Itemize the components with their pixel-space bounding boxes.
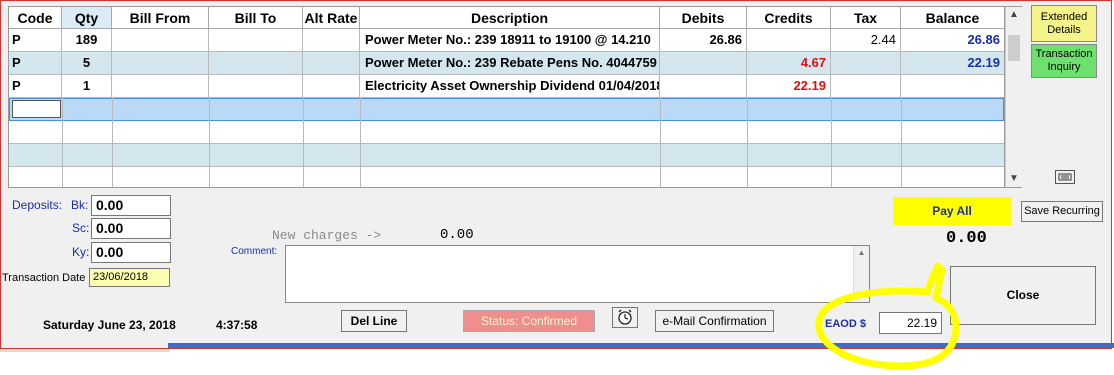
deposits-sc-label: Sc:	[72, 221, 90, 235]
table-row[interactable]: P 5 Power Meter No.: 239 Rebate Pens No.…	[9, 52, 1004, 75]
cell-bill-to[interactable]	[209, 52, 303, 74]
deposits-sc-input[interactable]: 0.00	[91, 218, 171, 239]
deposits-bk-input[interactable]: 0.00	[91, 195, 171, 216]
cell-bill-from[interactable]	[112, 52, 209, 74]
cell-code[interactable]: P	[9, 75, 62, 97]
cell-tax[interactable]	[831, 75, 901, 97]
current-time-label: 4:37:58	[216, 318, 258, 332]
cell-debits[interactable]	[660, 52, 747, 74]
cell-tax[interactable]: 2.44	[831, 29, 901, 51]
comment-textarea[interactable]: ▲ ▼	[285, 245, 870, 303]
transaction-inquiry-button[interactable]: Transaction Inquiry	[1031, 44, 1097, 78]
table-row[interactable]: P 1 Electricity Asset Ownership Dividend…	[9, 75, 1004, 98]
deposits-ky-input[interactable]: 0.00	[91, 242, 171, 263]
col-header-debits[interactable]: Debits	[660, 7, 747, 29]
cell-debits[interactable]: 26.86	[660, 29, 747, 51]
comment-scroll-up-icon[interactable]: ▲	[854, 246, 869, 260]
scrollbar-thumb[interactable]	[1008, 35, 1020, 61]
window-bottom-strip	[0, 349, 170, 352]
grid-column-lines	[62, 98, 902, 187]
transaction-date-label: Transaction Date :	[2, 272, 92, 284]
status-badge: Status: Confirmed	[463, 310, 595, 332]
table-row[interactable]: P 189 Power Meter No.: 239 18911 to 1910…	[9, 29, 1004, 52]
save-recurring-button[interactable]: Save Recurring	[1021, 201, 1103, 222]
cell-description[interactable]: Power Meter No.: 239 Rebate Pens No. 404…	[360, 52, 660, 74]
highlight-annotation	[815, 262, 960, 370]
cell-code[interactable]: P	[9, 29, 62, 51]
scroll-down-icon[interactable]: ▼	[1006, 171, 1022, 187]
cell-code[interactable]: P	[9, 52, 62, 74]
window-bottom-border	[168, 343, 1114, 348]
col-header-credits[interactable]: Credits	[747, 7, 831, 29]
cell-bill-from[interactable]	[112, 29, 209, 51]
pay-all-button[interactable]: Pay All	[893, 197, 1011, 225]
cell-balance[interactable]: 22.19	[901, 52, 1004, 74]
col-header-tax[interactable]: Tax	[831, 7, 901, 29]
alarm-clock-button[interactable]	[612, 307, 638, 328]
scroll-up-icon[interactable]: ▲	[1006, 7, 1022, 23]
deposits-bk-label: Bk:	[71, 198, 89, 212]
cell-balance[interactable]: 26.86	[901, 29, 1004, 51]
cell-balance[interactable]	[901, 75, 1004, 97]
new-charges-value: 0.00	[440, 227, 474, 243]
cell-alt-rate[interactable]	[303, 29, 360, 51]
cell-credits[interactable]	[747, 29, 831, 51]
cell-credits[interactable]: 4.67	[747, 52, 831, 74]
cell-alt-rate[interactable]	[303, 75, 360, 97]
col-header-code[interactable]: Code	[9, 7, 62, 29]
col-header-qty[interactable]: Qty	[62, 7, 112, 29]
comment-label: Comment:	[231, 246, 278, 257]
keyboard-glyph	[1058, 173, 1072, 181]
del-line-button[interactable]: Del Line	[341, 310, 407, 332]
deposits-label: Deposits:	[12, 198, 63, 212]
grid-vertical-scrollbar[interactable]: ▲ ▼	[1005, 6, 1022, 188]
cell-bill-from[interactable]	[112, 75, 209, 97]
cell-qty[interactable]: 1	[62, 75, 112, 97]
cell-debits[interactable]	[660, 75, 747, 97]
transaction-grid: Code Qty Bill From Bill To Alt Rate Desc…	[8, 6, 1005, 188]
col-header-alt-rate[interactable]: Alt Rate	[303, 7, 360, 29]
col-header-bill-to[interactable]: Bill To	[209, 7, 303, 29]
col-header-description[interactable]: Description	[360, 7, 660, 29]
transaction-date-input[interactable]: 23/06/2018	[89, 268, 170, 287]
cell-bill-to[interactable]	[209, 75, 303, 97]
alarm-clock-icon	[618, 309, 632, 325]
deposits-ky-label: Ky:	[72, 245, 90, 259]
current-date-label: Saturday June 23, 2018	[43, 318, 176, 332]
new-charges-label: New charges ->	[272, 228, 382, 243]
pay-all-total: 0.00	[946, 229, 987, 248]
email-confirmation-button[interactable]: e-Mail Confirmation	[655, 310, 774, 332]
cell-credits[interactable]: 22.19	[747, 75, 831, 97]
extended-details-button[interactable]: Extended Details	[1031, 5, 1097, 42]
cell-qty[interactable]: 5	[62, 52, 112, 74]
keyboard-icon[interactable]	[1055, 170, 1075, 184]
cell-qty[interactable]: 189	[62, 29, 112, 51]
col-header-bill-from[interactable]: Bill From	[112, 7, 209, 29]
cell-bill-to[interactable]	[209, 29, 303, 51]
cell-tax[interactable]	[831, 52, 901, 74]
cell-alt-rate[interactable]	[303, 52, 360, 74]
close-button[interactable]: Close	[950, 266, 1096, 325]
cell-description[interactable]: Electricity Asset Ownership Dividend 01/…	[360, 75, 660, 97]
cell-description[interactable]: Power Meter No.: 239 18911 to 19100 @ 14…	[360, 29, 660, 51]
col-header-balance[interactable]: Balance	[901, 7, 1004, 29]
